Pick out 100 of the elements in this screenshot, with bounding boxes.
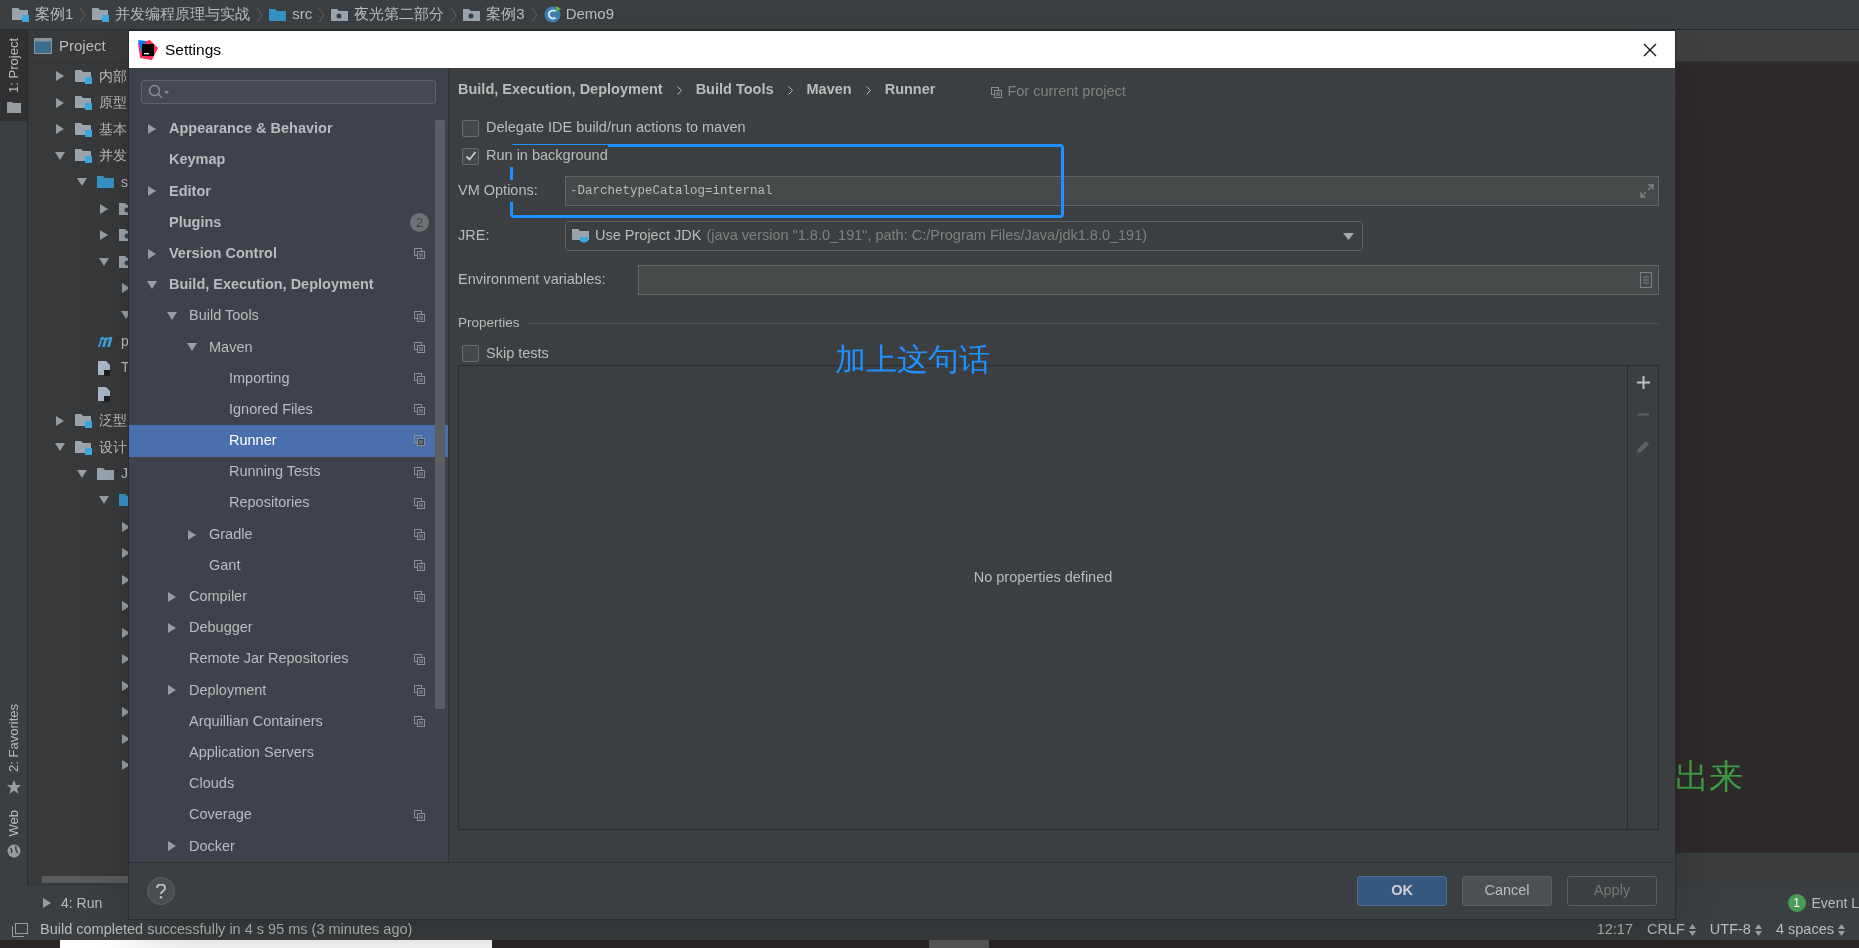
settings-tree-item[interactable]: Running Tests [129,456,448,488]
expand-arrows-icon[interactable] [1640,184,1654,198]
tree-item-label[interactable]: 并发 [99,145,127,167]
caret-right-icon[interactable] [187,529,197,540]
tree-item-label[interactable]: p [121,330,128,352]
tree-item-label[interactable]: 原型 [99,92,127,114]
settings-tree-item[interactable]: Build, Execution, Deployment [129,269,448,301]
tree-item-label[interactable]: 泛型 [99,410,127,432]
status-item[interactable]: 12:17 [1596,919,1633,941]
settings-breadcrumb[interactable]: Maven [806,79,852,101]
tree-item-label[interactable]: s [121,171,128,193]
caret-down-icon[interactable] [167,311,177,322]
empty-message: No properties defined [973,567,1113,587]
checkbox[interactable] [462,345,479,362]
caret-right-icon[interactable] [55,71,65,82]
settings-tree-item[interactable]: Editor [129,175,448,208]
window-preview-strip [929,940,989,948]
caret-down-icon[interactable] [147,280,157,291]
settings-tree-item[interactable]: Keymap [129,144,448,176]
caret-right-icon[interactable] [99,230,109,241]
module-folder-icon [75,413,93,429]
settings-tree-item[interactable]: Clouds [129,768,448,800]
settings-tree-item[interactable]: Ignored Files [129,394,448,426]
help-button[interactable] [147,877,175,905]
tree-item-label[interactable]: 设计 [99,436,127,458]
settings-tree-item[interactable]: Application Servers [129,737,448,769]
tree-item-label[interactable]: J [121,463,128,485]
settings-tree-item[interactable]: Compiler [129,581,448,613]
jre-dropdown[interactable]: Use Project JDK (java version "1.8.0_191", path: C:/Program Files/Java/jdk1.8.0_191) [565,221,1363,251]
status-item[interactable]: UTF-8 [1709,919,1762,941]
caret-right-icon[interactable] [55,415,65,426]
settings-tree-item[interactable]: Repositories [129,487,448,519]
caret-down-icon[interactable] [187,342,197,353]
caret-down-icon[interactable] [99,256,109,267]
dialog-button[interactable]: OK [1357,876,1447,906]
vm-options-field[interactable]: -DarchetypeCatalog=internal [565,176,1659,206]
tool-window-tab[interactable]: Web [0,801,27,866]
settings-tree-item[interactable]: Remote Jar Repositories [129,643,448,675]
caret-right-icon[interactable] [55,97,65,108]
settings-tree-item[interactable]: Importing [129,363,448,395]
caret-down-icon[interactable] [77,468,87,479]
breadcrumb-item[interactable]: Demo9 [543,3,615,26]
caret-down-icon[interactable] [55,150,65,161]
breadcrumb-item[interactable]: 案例1 [12,3,74,26]
caret-right-icon[interactable] [42,898,52,908]
scrollbar-thumb[interactable] [435,120,445,709]
caret-down-icon[interactable] [77,177,87,188]
settings-tree-item[interactable]: Docker [129,830,448,862]
caret-right-icon[interactable] [167,591,177,602]
section-title: Properties [458,313,520,332]
settings-tree-item[interactable]: Gradle [129,518,448,551]
run-tab[interactable]: 4: Run [42,892,103,914]
settings-tree-item[interactable]: Gant [129,550,448,582]
caret-right-icon[interactable] [167,623,177,634]
caret-right-icon[interactable] [147,186,157,197]
settings-tree-item[interactable]: Build Tools [129,300,448,332]
tool-window-tab[interactable]: 1: Project [0,30,27,121]
settings-tree-item[interactable]: Deployment [129,674,448,707]
search-field[interactable] [141,80,436,104]
settings-tree-item[interactable]: Coverage [129,799,448,831]
settings-breadcrumb[interactable]: Build Tools [695,79,774,101]
checkbox-label[interactable]: Run in background [486,145,608,167]
breadcrumb-item[interactable]: 夜光第二部分 [331,3,445,26]
plus-icon[interactable] [1636,376,1650,389]
checkbox-label[interactable]: Skip tests [486,342,549,365]
caret-right-icon[interactable] [55,124,65,135]
caret-right-icon[interactable] [99,203,109,214]
caret-right-icon[interactable] [167,685,177,696]
checkbox[interactable] [462,147,479,165]
breadcrumb-item[interactable]: src [269,3,313,26]
breadcrumb-item[interactable]: 并发编程原理与实战 [92,3,251,26]
settings-tree-item[interactable]: Debugger [129,612,448,644]
settings-tree-item[interactable]: Arquillian Containers [129,706,448,738]
breadcrumb-item[interactable]: 案例3 [463,3,525,26]
caret-down-icon[interactable] [99,495,109,506]
document-icon[interactable] [1640,272,1652,288]
caret-right-icon[interactable] [147,248,157,259]
settings-tree-item[interactable]: Maven [129,331,448,363]
horizontal-scrollbar[interactable] [42,876,128,883]
settings-tree-item[interactable]: Version Control [129,238,448,270]
status-item[interactable]: CRLF [1647,919,1696,941]
event-log-tab[interactable]: Event L [1811,892,1859,914]
status-item[interactable]: 4 spaces [1775,919,1845,941]
tree-item-label[interactable]: 基本 [99,118,127,140]
environment-field[interactable] [638,265,1659,295]
tree-item-label[interactable]: 内部 [99,65,127,87]
caret-right-icon[interactable] [147,124,157,135]
dialog-button[interactable]: Cancel [1462,876,1552,906]
settings-breadcrumb[interactable]: Build, Execution, Deployment [458,79,663,101]
settings-tree-item[interactable]: Appearance & Behavior [129,113,448,145]
up-down-arrows-icon [1688,924,1696,936]
caret-down-icon[interactable] [55,442,65,453]
caret-right-icon[interactable] [167,841,177,852]
close-icon[interactable] [1643,42,1657,57]
folder-icon [269,7,288,22]
code-text: 出来 [1675,760,1744,794]
square-icon[interactable] [12,923,28,937]
settings-tree-item[interactable]: Runner [129,425,448,457]
checkbox[interactable] [462,119,479,137]
tool-window-tab[interactable]: 2: Favorites [0,695,27,802]
